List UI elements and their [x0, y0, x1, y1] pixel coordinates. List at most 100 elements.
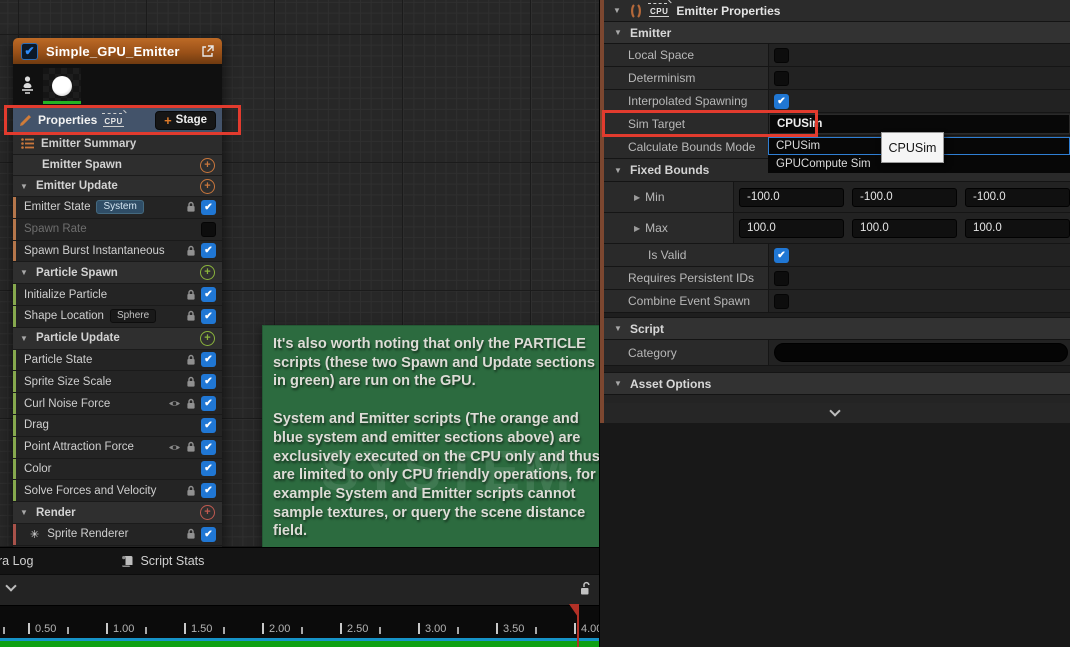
timeline-ruler[interactable]: 0.50 1.00 1.50 2.00 2.50 3.00 3.50 4.00	[0, 605, 600, 638]
max-y-field[interactable]: 100.0	[852, 219, 957, 238]
emitter-update-section[interactable]: ▼ Emitter Update +	[13, 176, 222, 197]
module-enabled-checkbox[interactable]: ✔	[201, 483, 216, 498]
module-enabled-checkbox[interactable]: ✔	[201, 200, 216, 215]
collapse-triangle-icon[interactable]: ▼	[20, 268, 30, 277]
module-enabled-checkbox[interactable]: ✔	[201, 440, 216, 455]
tab-script-stats[interactable]: Script Stats	[121, 554, 204, 568]
render-section[interactable]: ▼ Render +	[13, 502, 222, 524]
max-z-field[interactable]: 100.0	[965, 219, 1070, 238]
module-row-drag[interactable]: Drag ✔	[13, 415, 222, 437]
module-row-color[interactable]: Color ✔	[13, 459, 222, 481]
module-row-initialize-particle[interactable]: Initialize Particle ✔	[13, 284, 222, 306]
emitter-preview-thumbnail[interactable]	[43, 68, 81, 104]
playhead-line[interactable]	[577, 604, 579, 647]
collapse-triangle-icon[interactable]: ▼	[614, 324, 624, 333]
major-tick	[262, 623, 264, 634]
module-row-sprite-renderer[interactable]: ✳ Sprite Renderer ✔	[13, 524, 222, 546]
collapse-triangle-icon[interactable]: ▼	[20, 334, 30, 343]
collapse-triangle-icon[interactable]: ▼	[614, 379, 624, 388]
is-valid-checkbox[interactable]: ✔	[774, 248, 789, 263]
open-external-icon[interactable]	[201, 45, 214, 58]
property-row-determinism: Determinism	[600, 67, 1070, 90]
module-enabled-checkbox[interactable]: ✔	[201, 309, 216, 324]
collapse-triangle-icon[interactable]: ▼	[614, 166, 624, 175]
module-enabled-checkbox[interactable]: ✔	[201, 287, 216, 302]
module-enabled-checkbox[interactable]: ✔	[201, 374, 216, 389]
add-module-button[interactable]: +	[200, 179, 215, 194]
module-row-emitter-state[interactable]: Emitter State System ✔	[13, 197, 222, 219]
module-row-spawn-rate[interactable]: Spawn Rate	[13, 219, 222, 241]
combine-event-spawn-checkbox[interactable]	[774, 294, 789, 309]
details-header[interactable]: ▼ CPU Emitter Properties	[600, 0, 1070, 22]
emitter-summary-row[interactable]: Emitter Summary	[13, 133, 222, 155]
eye-icon[interactable]	[168, 443, 181, 452]
expand-triangle-icon[interactable]: ▶	[634, 224, 640, 233]
min-y-field[interactable]: -100.0	[852, 188, 957, 207]
category-script[interactable]: ▼ Script	[600, 318, 1070, 340]
particle-spawn-section[interactable]: ▼ Particle Spawn +	[13, 262, 222, 284]
module-enabled-checkbox[interactable]: ✔	[201, 418, 216, 433]
emitter-enabled-checkbox[interactable]: ✔	[21, 43, 38, 60]
module-enabled-checkbox[interactable]: ✔	[201, 527, 216, 542]
module-row-solve-forces-velocity[interactable]: Solve Forces and Velocity ✔	[13, 480, 222, 502]
requires-persistent-ids-checkbox[interactable]	[774, 271, 789, 286]
add-renderer-button[interactable]: +	[200, 505, 215, 520]
add-stage-button[interactable]: + Stage	[155, 111, 216, 130]
expand-triangle-icon[interactable]: ▶	[634, 193, 640, 202]
eye-icon[interactable]	[168, 399, 181, 408]
min-x-field[interactable]: -100.0	[739, 188, 844, 207]
add-module-button[interactable]: +	[200, 265, 215, 280]
emitter-node-header[interactable]: ✔ Simple_GPU_Emitter	[13, 38, 222, 64]
sim-target-dropdown[interactable]: CPUSim	[769, 114, 1070, 134]
module-enabled-checkbox[interactable]: ✔	[201, 243, 216, 258]
module-enabled-checkbox[interactable]: ✔	[201, 396, 216, 411]
timeline-toolbar	[0, 574, 599, 605]
graph-canvas[interactable]: ✔ Simple_GPU_Emitter	[0, 0, 600, 547]
lock-icon	[186, 485, 196, 497]
module-enabled-checkbox[interactable]: ✔	[201, 461, 216, 476]
emitter-node[interactable]: ✔ Simple_GPU_Emitter	[13, 38, 222, 547]
system-badge[interactable]: System	[96, 200, 143, 214]
sphere-badge[interactable]: Sphere	[110, 309, 156, 323]
collapse-triangle-icon[interactable]: ▼	[614, 28, 624, 37]
category-asset-options[interactable]: ▼ Asset Options	[600, 373, 1070, 395]
emitter-spawn-section[interactable]: Emitter Spawn +	[13, 155, 222, 176]
add-module-button[interactable]: +	[200, 158, 215, 173]
module-row-point-attraction-force[interactable]: Point Attraction Force ✔	[13, 437, 222, 459]
emitter-properties-row[interactable]: Properties CPU + Stage	[13, 107, 222, 133]
plus-icon: +	[164, 114, 172, 127]
lock-icon	[186, 201, 196, 213]
timeline-range-bar-green[interactable]	[0, 641, 600, 647]
module-enabled-checkbox[interactable]: ✔	[201, 352, 216, 367]
add-module-button[interactable]: +	[200, 331, 215, 346]
tick-label: 1.50	[191, 623, 212, 635]
max-x-field[interactable]: 100.0	[739, 219, 844, 238]
collapse-triangle-icon[interactable]: ▼	[20, 182, 30, 191]
local-space-checkbox[interactable]	[774, 48, 789, 63]
particle-stage-color-bar	[13, 284, 16, 305]
particle-update-section[interactable]: ▼ Particle Update +	[13, 328, 222, 350]
tick-label: 1.00	[113, 623, 134, 635]
chevron-down-icon[interactable]	[5, 580, 16, 591]
details-expander[interactable]	[600, 403, 1070, 423]
determinism-checkbox[interactable]	[774, 71, 789, 86]
module-row-particle-state[interactable]: Particle State ✔	[13, 350, 222, 372]
collapse-triangle-icon[interactable]: ▼	[20, 508, 30, 517]
person-icon[interactable]	[19, 75, 36, 97]
module-row-sprite-size-scale[interactable]: Sprite Size Scale ✔	[13, 371, 222, 393]
tab-niagara-log[interactable]: ra Log	[0, 554, 33, 568]
module-row-shape-location[interactable]: Shape Location Sphere ✔	[13, 306, 222, 328]
collapse-triangle-icon[interactable]: ▼	[613, 6, 623, 15]
emitter-stage-color-bar	[13, 197, 16, 218]
category-emitter[interactable]: ▼ Emitter	[600, 22, 1070, 44]
major-tick	[574, 623, 576, 634]
module-row-curl-noise-force[interactable]: Curl Noise Force ✔	[13, 393, 222, 415]
interpolated-spawning-checkbox[interactable]: ✔	[774, 94, 789, 109]
module-enabled-checkbox[interactable]	[201, 222, 216, 237]
module-row-spawn-burst[interactable]: Spawn Burst Instantaneous ✔	[13, 241, 222, 263]
category-input[interactable]	[774, 343, 1068, 362]
property-row-category: Category	[600, 340, 1070, 366]
unlock-icon[interactable]	[579, 581, 592, 597]
minor-tick	[457, 627, 459, 634]
min-z-field[interactable]: -100.0	[965, 188, 1070, 207]
